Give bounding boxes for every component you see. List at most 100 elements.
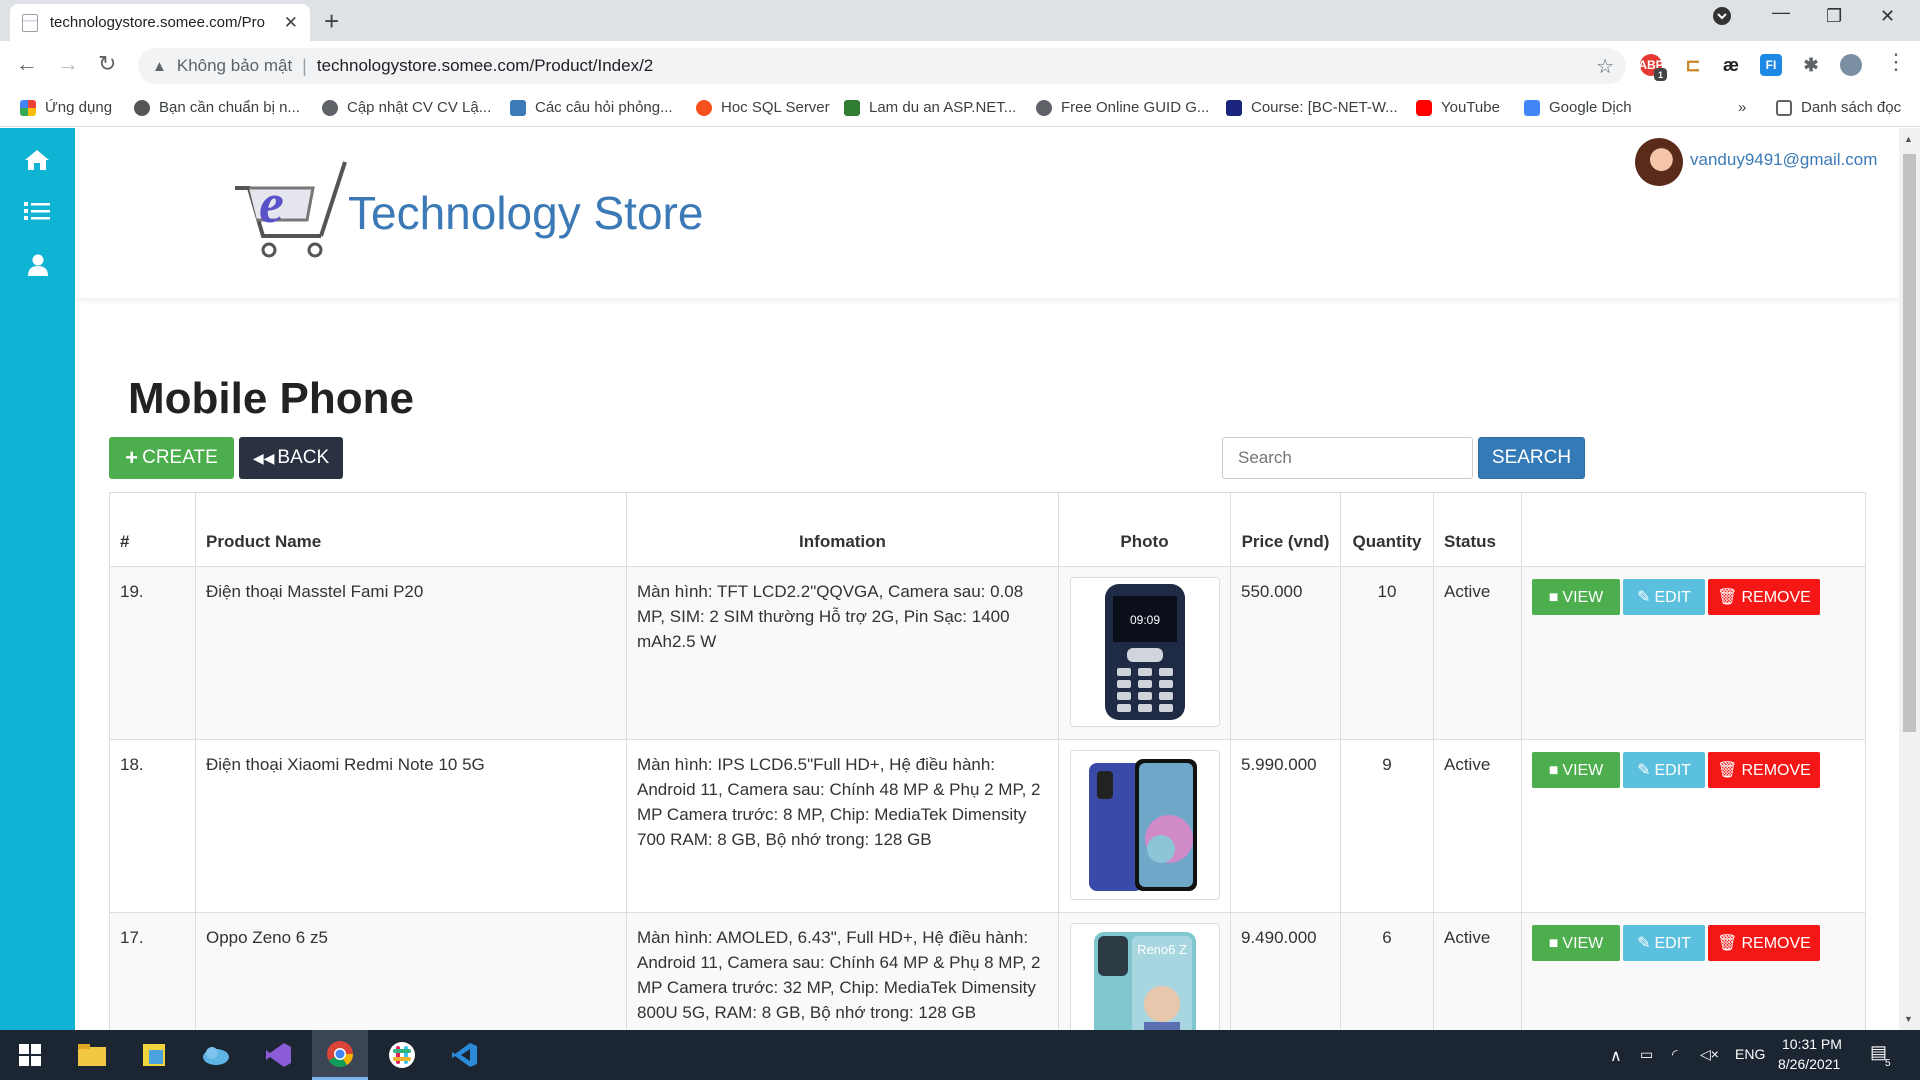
bookmark-item[interactable]: Course: [BC-NET-W...	[1226, 99, 1398, 116]
bookmark-item[interactable]: Cập nhật CV CV Lậ...	[322, 99, 491, 116]
remove-button[interactable]: 🗑 REMOVE	[1708, 925, 1820, 961]
wifi-icon[interactable]: ◜	[1672, 1046, 1677, 1063]
profile-avatar-icon[interactable]	[1840, 54, 1862, 76]
site-brand[interactable]: Technology Store	[348, 186, 703, 240]
user-icon[interactable]	[27, 254, 49, 283]
edit-button[interactable]: ✎ EDIT	[1623, 925, 1705, 961]
bookmark-item[interactable]: Hoc SQL Server	[696, 99, 830, 116]
browser-toolbar: ← → ↻ ▲ Không bảo mật | technologystore.…	[0, 41, 1920, 91]
bookmark-apps[interactable]: Ứng dụng	[20, 99, 112, 116]
home-icon[interactable]	[24, 148, 50, 179]
back-arrow-icon[interactable]: ←	[16, 51, 38, 77]
table-row: 18. Điện thoại Xiaomi Redmi Note 10 5G M…	[109, 739, 1866, 913]
back-button[interactable]: ◀◀ BACK	[239, 437, 343, 479]
file-explorer-icon[interactable]	[64, 1030, 120, 1080]
photo-cell	[1058, 739, 1231, 913]
remove-label: REMOVE	[1741, 588, 1811, 606]
close-tab-icon[interactable]: ✕	[284, 13, 298, 33]
extension-ae-icon[interactable]: æ	[1720, 54, 1742, 76]
remove-button[interactable]: 🗑 REMOVE	[1708, 579, 1820, 615]
cloud-app-icon[interactable]	[188, 1030, 244, 1080]
battery-icon[interactable]: ▭	[1640, 1046, 1653, 1063]
avatar[interactable]	[1635, 138, 1683, 186]
edit-button[interactable]: ✎ EDIT	[1623, 752, 1705, 788]
product-info: Màn hình: IPS LCD6.5"Full HD+, Hệ điều h…	[626, 739, 1059, 913]
minimize-button[interactable]: —	[1772, 2, 1790, 23]
view-button[interactable]: ■ VIEW	[1532, 752, 1620, 788]
create-button[interactable]: + CREATE	[109, 437, 234, 479]
bookmark-label: Hoc SQL Server	[721, 99, 830, 116]
bookmark-label: Cập nhật CV CV Lậ...	[347, 99, 492, 116]
user-email-link[interactable]: vanduy9491@gmail.com	[1690, 150, 1877, 170]
remove-button[interactable]: 🗑 REMOVE	[1708, 752, 1820, 788]
plus-icon: +	[125, 445, 139, 470]
bookmark-favicon-icon	[844, 99, 860, 116]
new-tab-button[interactable]: +	[324, 6, 339, 37]
product-table: # Product Name Infomation Photo Price (v…	[109, 492, 1866, 1080]
bookmark-star-icon[interactable]: ☆	[1596, 54, 1614, 79]
tray-expand-icon[interactable]: ∧	[1610, 1046, 1622, 1066]
security-label[interactable]: Không bảo mật	[177, 56, 292, 76]
maximize-button[interactable]: ❐	[1826, 6, 1842, 27]
bookmark-favicon-icon	[696, 99, 712, 116]
apps-grid-icon	[20, 99, 36, 116]
slack-icon[interactable]	[374, 1030, 430, 1080]
close-window-button[interactable]: ✕	[1880, 6, 1895, 27]
pencil-icon: ✎	[1637, 934, 1651, 952]
bookmark-youtube[interactable]: YouTube	[1416, 99, 1500, 116]
actions-cell: ■ VIEW ✎ EDIT 🗑 REMOVE	[1521, 739, 1866, 913]
tab-strip: technologystore.somee.com/Pro ✕ + — ❐ ✕	[0, 0, 1920, 41]
search-input[interactable]	[1222, 437, 1473, 479]
visual-studio-icon[interactable]	[250, 1030, 306, 1080]
extensions-puzzle-icon[interactable]: ✱	[1800, 54, 1822, 76]
bookmark-google-translate[interactable]: Google Dịch	[1524, 99, 1632, 116]
bookmark-favicon-icon	[1226, 99, 1242, 116]
extension-tag-icon[interactable]: ⊏	[1682, 54, 1704, 76]
globe-icon	[322, 99, 338, 116]
extension-translate-icon[interactable]: FI	[1760, 54, 1782, 76]
bookmark-item[interactable]: Các câu hỏi phỏng...	[510, 99, 673, 116]
sticky-app-icon[interactable]	[126, 1030, 182, 1080]
chrome-taskbar-icon[interactable]	[312, 1030, 368, 1080]
vscode-icon[interactable]	[436, 1030, 492, 1080]
translate-icon	[1524, 99, 1540, 116]
product-status: Active	[1433, 566, 1522, 740]
trash-icon: 🗑	[1717, 761, 1738, 779]
volume-icon[interactable]: ◁×	[1700, 1046, 1719, 1063]
tab-title: technologystore.somee.com/Pro	[49, 14, 265, 31]
bookmark-label: Google Dịch	[1549, 99, 1632, 116]
bookmark-item[interactable]: Lam du an ASP.NET...	[844, 99, 1016, 116]
product-info: Màn hình: TFT LCD2.2"QQVGA, Camera sau: …	[626, 566, 1059, 740]
sidebar	[0, 128, 75, 1030]
reading-list-button[interactable]: Danh sách đọc	[1776, 99, 1901, 116]
tab-search-icon[interactable]	[1712, 6, 1732, 31]
reload-icon[interactable]: ↻	[98, 51, 116, 77]
language-indicator[interactable]: ENG	[1735, 1046, 1765, 1062]
browser-tab[interactable]: technologystore.somee.com/Pro ✕	[10, 4, 310, 41]
browser-menu-icon[interactable]: ⋮	[1885, 49, 1907, 75]
forward-arrow-icon[interactable]: →	[57, 51, 79, 77]
fast-backward-icon: ◀◀	[252, 449, 275, 466]
view-button[interactable]: ■ VIEW	[1532, 925, 1620, 961]
clock-date[interactable]: 8/26/2021	[1778, 1056, 1840, 1072]
scrollbar-thumb[interactable]	[1903, 154, 1916, 732]
address-bar[interactable]: ▲ Không bảo mật | technologystore.somee.…	[138, 48, 1626, 84]
page-scrollbar[interactable]: ▲ ▼	[1899, 128, 1920, 1030]
bookmarks-overflow-button[interactable]: »	[1738, 99, 1746, 116]
list-icon[interactable]	[24, 200, 50, 229]
search-button[interactable]: SEARCH	[1478, 437, 1585, 479]
site-header: e Technology Store vanduy9491@gmail.com	[75, 128, 1899, 298]
start-button[interactable]	[2, 1030, 58, 1080]
cart-logo-icon[interactable]: e	[233, 158, 348, 273]
bookmark-favicon-icon	[134, 99, 150, 116]
view-button[interactable]: ■ VIEW	[1532, 579, 1620, 615]
url-text[interactable]: technologystore.somee.com/Product/Index/…	[317, 56, 653, 76]
bookmark-item[interactable]: Free Online GUID G...	[1036, 99, 1209, 116]
scroll-down-icon[interactable]: ▼	[1904, 1014, 1913, 1024]
clock-time[interactable]: 10:31 PM	[1782, 1036, 1842, 1052]
scroll-up-icon[interactable]: ▲	[1904, 134, 1913, 144]
warning-icon[interactable]: ▲	[152, 58, 167, 75]
edit-button[interactable]: ✎ EDIT	[1623, 579, 1705, 615]
bookmark-item[interactable]: Bạn cần chuẩn bị n...	[134, 99, 300, 116]
folder-icon: ■	[1548, 934, 1559, 952]
